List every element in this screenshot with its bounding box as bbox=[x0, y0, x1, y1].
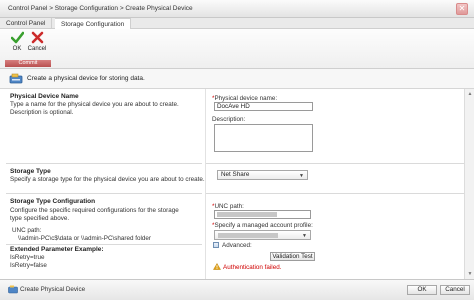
cancel-button[interactable]: Cancel bbox=[27, 31, 47, 52]
unc-path-label: *UNC path: bbox=[212, 203, 244, 210]
storage-device-icon bbox=[8, 285, 18, 294]
storage-device-icon bbox=[9, 73, 23, 84]
tab-strip: Control Panel Storage Configuration bbox=[0, 18, 474, 29]
tab-storage-configuration[interactable]: Storage Configuration bbox=[55, 18, 132, 29]
info-bar: Create a physical device for storing dat… bbox=[0, 69, 474, 89]
managed-account-label: *Specify a managed account profile: bbox=[212, 222, 313, 229]
extended-parameter-line: IsRetry=true bbox=[10, 254, 45, 261]
advanced-checkbox[interactable] bbox=[213, 242, 219, 248]
vertical-scrollbar[interactable]: ▲ ▼ bbox=[464, 89, 474, 279]
storage-type-select[interactable]: Net Share ▼ bbox=[217, 170, 308, 180]
cancel-x-icon bbox=[31, 31, 43, 44]
column-divider bbox=[205, 89, 206, 279]
managed-account-select[interactable]: ▼ bbox=[214, 230, 311, 240]
ok-button-label: OK bbox=[12, 46, 22, 52]
section-divider bbox=[6, 163, 202, 164]
footer-bar: Create Physical Device OK Cancel bbox=[0, 279, 474, 300]
error-message: Authentication failed. bbox=[223, 264, 282, 271]
footer-title: Create Physical Device bbox=[20, 286, 86, 293]
ok-button[interactable]: OK bbox=[7, 31, 27, 52]
section-desc-storage-type: Specify a storage type for the physical … bbox=[10, 176, 205, 183]
title-bar: Control Panel > Storage Configuration > … bbox=[0, 0, 474, 18]
validation-test-button[interactable]: Validation Test bbox=[270, 252, 315, 261]
tab-control-panel[interactable]: Control Panel bbox=[0, 18, 53, 29]
extended-parameter-line: IsRetry=false bbox=[10, 262, 47, 269]
form-content: Physical Device Name Type a name for the… bbox=[0, 89, 474, 279]
section-divider bbox=[206, 163, 464, 164]
section-title-device-name: Physical Device Name bbox=[10, 93, 79, 100]
advanced-label: Advanced: bbox=[222, 242, 252, 249]
section-divider bbox=[206, 193, 464, 194]
storage-type-value: Net Share bbox=[221, 171, 250, 178]
redacted-value bbox=[217, 212, 277, 217]
description-textarea[interactable] bbox=[214, 124, 313, 152]
chevron-down-icon: ▼ bbox=[302, 233, 307, 239]
section-desc-device-name: Type a name for the physical device you … bbox=[10, 101, 179, 116]
section-divider bbox=[6, 244, 202, 245]
ribbon-group-commit: Commit bbox=[5, 60, 51, 67]
unc-path-heading: UNC path: bbox=[12, 227, 42, 234]
footer-ok-button[interactable]: OK bbox=[407, 285, 437, 295]
description-label: Description: bbox=[212, 116, 246, 123]
section-title-storage-type: Storage Type bbox=[10, 168, 51, 175]
ribbon: OK Cancel Commit bbox=[0, 29, 474, 69]
footer-cancel-button[interactable]: Cancel bbox=[440, 285, 470, 295]
checkmark-icon bbox=[10, 31, 24, 44]
close-icon[interactable]: ✕ bbox=[456, 3, 468, 15]
breadcrumb: Control Panel > Storage Configuration > … bbox=[8, 5, 193, 12]
cancel-button-label: Cancel bbox=[27, 46, 47, 52]
scroll-up-icon[interactable]: ▲ bbox=[467, 91, 473, 97]
section-title-storage-config: Storage Type Configuration bbox=[10, 198, 96, 205]
unc-path-input[interactable] bbox=[214, 210, 311, 219]
extended-parameter-title: Extended Parameter Example: bbox=[10, 246, 104, 253]
section-desc-storage-config: Configure the specific required configur… bbox=[10, 207, 179, 222]
section-divider bbox=[6, 193, 202, 194]
scroll-down-icon[interactable]: ▼ bbox=[467, 271, 473, 277]
chevron-down-icon: ▼ bbox=[299, 173, 304, 179]
unc-path-example: \\admin-PC\c$\data or \\admin-PC\shared … bbox=[18, 235, 151, 242]
redacted-value bbox=[218, 233, 278, 238]
device-name-input[interactable]: DocAve HD bbox=[214, 102, 313, 111]
warning-icon bbox=[213, 263, 221, 270]
device-name-label: *Physical device name: bbox=[212, 95, 278, 102]
info-text: Create a physical device for storing dat… bbox=[27, 75, 145, 82]
